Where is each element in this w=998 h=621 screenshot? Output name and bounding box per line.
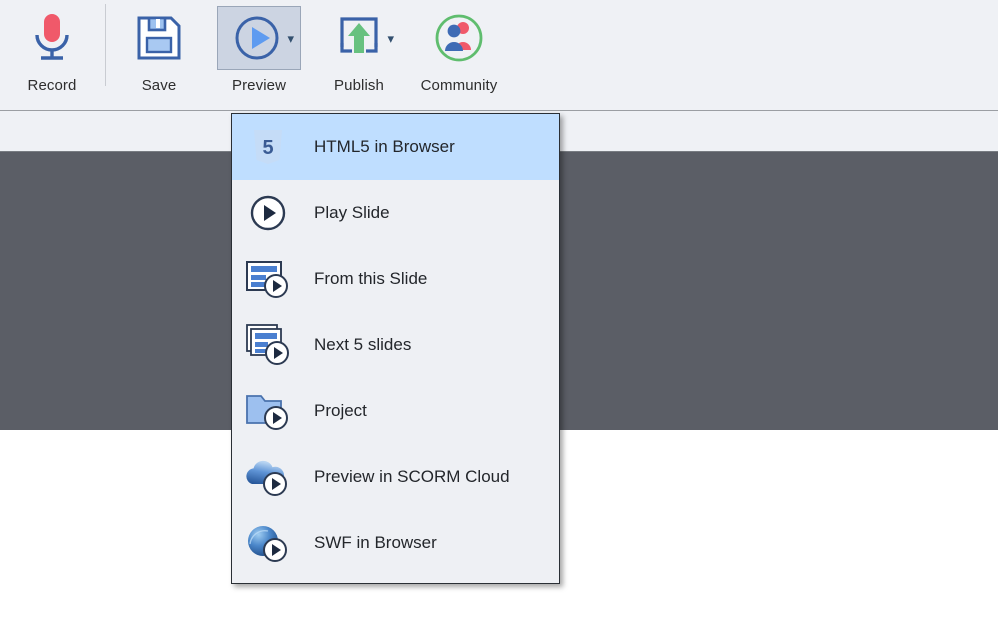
preview-icon-wrap: ▾ [217,6,301,70]
menu-label-swf-in-browser: SWF in Browser [314,533,437,552]
menu-item-html5-in-browser[interactable]: 5 HTML5 in Browser [232,114,559,180]
floppy-disk-icon [135,14,183,62]
flash-sphere-play-icon [244,519,292,567]
menu-item-play-slide[interactable]: Play Slide [232,180,559,246]
application-window: Record Save ▾ Preview ▾ Publish Communit… [0,0,998,621]
toolbar-button-publish[interactable]: ▾ Publish [309,0,409,104]
toolbar-label-community: Community [420,77,498,94]
toolbar-label-publish: Publish [334,77,384,94]
save-icon-wrap [117,6,201,70]
community-people-icon [432,11,486,65]
menu-item-swf-in-browser[interactable]: SWF in Browser [232,510,559,576]
folder-play-icon [244,387,292,435]
toolbar-label-preview: Preview [231,77,287,94]
svg-text:5: 5 [262,137,273,159]
slide-play-icon [244,255,292,303]
play-circle-icon [233,12,285,64]
menu-item-next-5-slides[interactable]: Next 5 slides [232,312,559,378]
cloud-play-icon [244,453,292,501]
menu-label-play-slide: Play Slide [314,203,390,222]
menu-label-html5-in-browser: HTML5 in Browser [314,137,455,156]
toolbar-button-preview[interactable]: ▾ Preview [209,0,309,104]
preview-dropdown-menu[interactable]: 5 HTML5 in Browser Play Slide From this … [231,113,560,584]
community-icon-wrap [417,6,501,70]
menu-label-preview-in-scorm-cloud: Preview in SCORM Cloud [314,467,510,486]
toolbar-button-community[interactable]: Community [409,0,509,104]
record-icon-wrap [10,6,94,70]
play-circle-icon [244,189,292,237]
toolbar-separator [105,4,106,86]
main-toolbar: Record Save ▾ Preview ▾ Publish Communit… [0,0,998,111]
toolbar-label-record: Record [27,77,77,94]
toolbar-button-record[interactable]: Record [2,0,102,104]
publish-icon-wrap: ▾ [317,6,401,70]
menu-label-next-5-slides: Next 5 slides [314,335,412,354]
menu-item-from-this-slide[interactable]: From this Slide [232,246,559,312]
chevron-down-icon[interactable]: ▾ [287,32,294,45]
slides-stack-play-icon [244,321,292,369]
menu-item-preview-in-scorm-cloud[interactable]: Preview in SCORM Cloud [232,444,559,510]
publish-upload-icon [334,13,384,63]
toolbar-button-save[interactable]: Save [109,0,209,104]
chevron-down-icon[interactable]: ▾ [387,32,394,45]
html5-shield-icon: 5 [244,123,292,171]
menu-label-project: Project [314,401,367,420]
menu-item-project[interactable]: Project [232,378,559,444]
toolbar-label-save: Save [141,77,177,94]
microphone-icon [27,11,77,65]
menu-label-from-this-slide: From this Slide [314,269,428,288]
